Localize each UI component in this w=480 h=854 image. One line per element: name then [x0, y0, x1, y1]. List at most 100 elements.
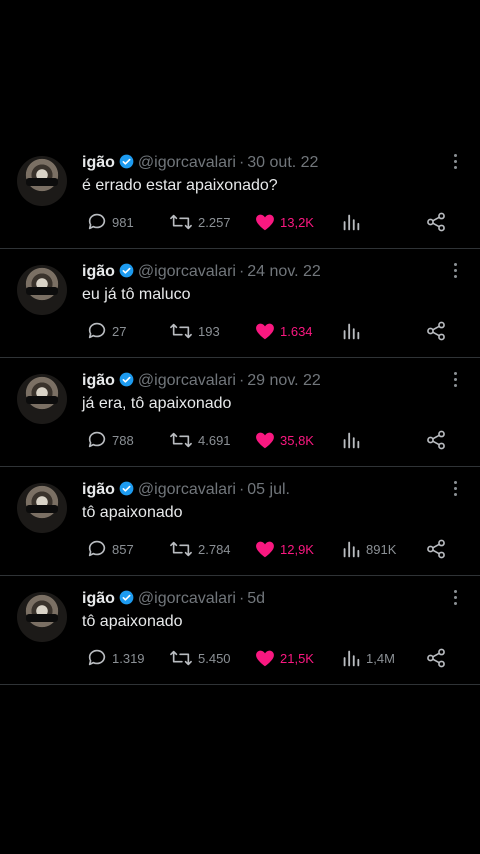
heart-icon: [256, 650, 274, 667]
display-name[interactable]: igão: [82, 590, 115, 607]
display-name[interactable]: igão: [82, 372, 115, 389]
tweet-text: tô apaixonado: [82, 504, 183, 521]
avatar[interactable]: [17, 374, 67, 424]
retweet-button[interactable]: 2.257: [168, 210, 231, 234]
reply-button[interactable]: 27: [86, 319, 126, 343]
heart-icon: [256, 214, 274, 231]
more-vertical-icon[interactable]: [452, 263, 458, 281]
reply-button[interactable]: 857: [86, 537, 134, 561]
action-bar: 788 4.691 35,8K: [82, 428, 452, 452]
reply-button[interactable]: 788: [86, 428, 134, 452]
separator-dot: ·: [238, 481, 245, 498]
views-button[interactable]: [340, 210, 366, 234]
like-count: 21,5K: [280, 650, 314, 666]
like-button[interactable]: 13,2K: [254, 210, 314, 234]
retweet-count: 4.691: [198, 432, 231, 448]
heart-icon: [256, 541, 274, 558]
tweet-text: já era, tô apaixonado: [82, 395, 232, 412]
reply-count: 981: [112, 214, 134, 230]
avatar[interactable]: [17, 265, 67, 315]
share-icon: [427, 212, 445, 232]
tweet[interactable]: igão @igorcavalari · 30 out. 22 é errado es…: [0, 140, 480, 249]
views-icon: [343, 650, 360, 667]
like-button[interactable]: 35,8K: [254, 428, 314, 452]
verified-badge-icon: [119, 263, 134, 278]
share-button[interactable]: [425, 646, 447, 670]
reply-count: 857: [112, 541, 134, 557]
verified-badge-icon: [119, 590, 134, 605]
handle[interactable]: @igorcavalari: [138, 263, 236, 280]
handle[interactable]: @igorcavalari: [138, 481, 236, 498]
display-name[interactable]: igão: [82, 481, 115, 498]
retweet-icon: [170, 214, 192, 230]
timestamp[interactable]: 30 out. 22: [247, 154, 318, 171]
like-button[interactable]: 12,9K: [254, 537, 314, 561]
reply-button[interactable]: 1.319: [86, 646, 145, 670]
handle[interactable]: @igorcavalari: [138, 154, 236, 171]
avatar[interactable]: [17, 592, 67, 642]
more-vertical-icon[interactable]: [452, 481, 458, 499]
tweet[interactable]: igão @igorcavalari · 5d tô apaixonado 1.319…: [0, 576, 480, 685]
retweet-button[interactable]: 2.784: [168, 537, 231, 561]
retweet-button[interactable]: 5.450: [168, 646, 231, 670]
tweet-text: tô apaixonado: [82, 613, 183, 630]
share-button[interactable]: [425, 319, 447, 343]
views-button[interactable]: 1,4M: [340, 646, 395, 670]
share-button[interactable]: [425, 210, 447, 234]
tweet-text: eu já tô maluco: [82, 286, 191, 303]
view-count: 891K: [366, 541, 397, 557]
retweet-icon: [170, 650, 192, 666]
views-button[interactable]: [340, 319, 366, 343]
separator-dot: ·: [238, 590, 245, 607]
share-button[interactable]: [425, 537, 447, 561]
separator-dot: ·: [238, 372, 245, 389]
tweet[interactable]: igão @igorcavalari · 24 nov. 22 eu já tô ma…: [0, 249, 480, 358]
tweet-feed: igão @igorcavalari · 30 out. 22 é errado es…: [0, 140, 480, 685]
more-vertical-icon[interactable]: [452, 372, 458, 390]
view-count: 1,4M: [366, 650, 395, 666]
like-count: 35,8K: [280, 432, 314, 448]
action-bar: 1.319 5.450 21,5K 1,4M: [82, 646, 452, 670]
verified-badge-icon: [119, 481, 134, 496]
reply-icon: [88, 322, 106, 339]
share-icon: [427, 648, 445, 668]
handle[interactable]: @igorcavalari: [138, 590, 236, 607]
like-button[interactable]: 21,5K: [254, 646, 314, 670]
timestamp[interactable]: 24 nov. 22: [247, 263, 321, 280]
views-button[interactable]: [340, 428, 366, 452]
display-name[interactable]: igão: [82, 263, 115, 280]
more-vertical-icon[interactable]: [452, 590, 458, 608]
verified-badge-icon: [119, 372, 134, 387]
tweet[interactable]: igão @igorcavalari · 29 nov. 22 já era, tô …: [0, 358, 480, 467]
display-name[interactable]: igão: [82, 154, 115, 171]
avatar[interactable]: [17, 156, 67, 206]
like-button[interactable]: 1.634: [254, 319, 313, 343]
reply-icon: [88, 431, 106, 448]
tweet[interactable]: igão @igorcavalari · 05 jul. tô apaixonado …: [0, 467, 480, 576]
share-button[interactable]: [425, 428, 447, 452]
reply-icon: [88, 213, 106, 230]
reply-button[interactable]: 981: [86, 210, 134, 234]
avatar[interactable]: [17, 483, 67, 533]
reply-count: 788: [112, 432, 134, 448]
action-bar: 27 193 1.634: [82, 319, 452, 343]
like-count: 13,2K: [280, 214, 314, 230]
tweet-header: igão @igorcavalari · 30 out. 22: [82, 154, 318, 172]
handle[interactable]: @igorcavalari: [138, 372, 236, 389]
timestamp[interactable]: 05 jul.: [247, 481, 290, 498]
heart-icon: [256, 323, 274, 340]
views-icon: [343, 323, 360, 340]
tweet-header: igão @igorcavalari · 29 nov. 22: [82, 372, 321, 390]
retweet-button[interactable]: 4.691: [168, 428, 231, 452]
retweet-button[interactable]: 193: [168, 319, 220, 343]
timestamp[interactable]: 5d: [247, 590, 265, 607]
like-count: 12,9K: [280, 541, 314, 557]
retweet-icon: [170, 432, 192, 448]
tweet-text: é errado estar apaixonado?: [82, 177, 278, 194]
tweet-header: igão @igorcavalari · 24 nov. 22: [82, 263, 321, 281]
timestamp[interactable]: 29 nov. 22: [247, 372, 321, 389]
more-vertical-icon[interactable]: [452, 154, 458, 172]
views-button[interactable]: 891K: [340, 537, 396, 561]
retweet-icon: [170, 323, 192, 339]
reply-count: 1.319: [112, 650, 145, 666]
